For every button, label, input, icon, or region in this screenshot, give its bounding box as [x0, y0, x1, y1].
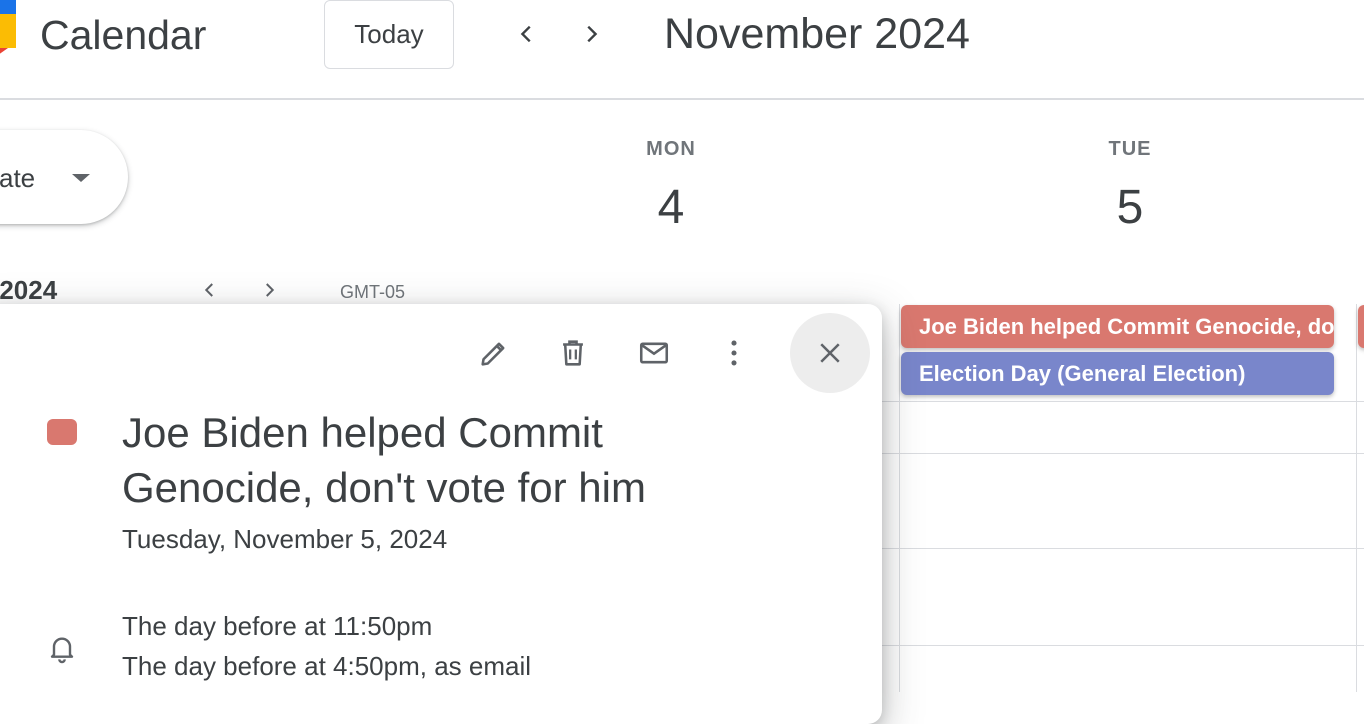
- event-date: Tuesday, November 5, 2024: [122, 524, 448, 554]
- event-title: Joe Biden helped Commit Genocide, don't …: [122, 409, 646, 511]
- dropdown-caret-icon: [72, 174, 90, 182]
- day-of-week-tue: TUE: [1108, 138, 1152, 160]
- event-chip-election-day[interactable]: Election Day (General Election): [901, 352, 1334, 395]
- reminder-email: The day before at 4:50pm, as email: [122, 651, 532, 681]
- next-period-button[interactable]: [575, 18, 607, 50]
- chevron-left-icon: [520, 25, 531, 43]
- event-details-popover: Joe Biden helped Commit Genocide, don't …: [0, 304, 882, 724]
- today-button[interactable]: Today: [324, 0, 454, 69]
- bell-icon: [50, 637, 74, 664]
- day-column-divider: [899, 304, 900, 692]
- hour-gridline: [882, 645, 1364, 646]
- day-number-4[interactable]: 4: [621, 180, 721, 235]
- create-button-label: ate: [0, 163, 36, 193]
- email-guests-button[interactable]: [632, 331, 676, 375]
- mini-calendar-month: r 2024: [0, 275, 58, 305]
- mini-calendar-next-button[interactable]: [253, 274, 285, 306]
- day-column-divider: [1356, 304, 1357, 692]
- hour-gridline: [882, 401, 1364, 402]
- chevron-right-icon: [266, 283, 275, 297]
- close-popover-button[interactable]: [790, 313, 870, 393]
- header-divider: [0, 98, 1364, 100]
- chevron-left-icon: [204, 283, 213, 297]
- day-number-5[interactable]: 5: [1080, 180, 1180, 235]
- chevron-right-icon: [587, 25, 598, 43]
- more-options-button[interactable]: [712, 331, 756, 375]
- trash-icon: [563, 340, 583, 366]
- hour-gridline: [882, 453, 1364, 454]
- timezone-label: GMT-05: [340, 282, 406, 302]
- mini-calendar-prev-button[interactable]: [194, 274, 226, 306]
- edit-event-button[interactable]: [472, 331, 516, 375]
- previous-period-button[interactable]: [511, 18, 543, 50]
- create-button[interactable]: ate: [0, 130, 128, 224]
- event-chip-continuation[interactable]: [1358, 305, 1364, 348]
- calendar-logo: [0, 0, 16, 62]
- app-title: Calendar: [40, 12, 207, 58]
- close-icon: [820, 343, 840, 363]
- delete-event-button[interactable]: [551, 331, 595, 375]
- hour-gridline: [882, 548, 1364, 549]
- reminder-notification: The day before at 11:50pm: [122, 611, 433, 641]
- current-month-title: November 2024: [664, 10, 970, 58]
- more-vert-icon: [731, 340, 737, 366]
- event-color-swatch: [47, 419, 77, 445]
- mail-icon: [639, 342, 669, 364]
- event-chip-genocide[interactable]: Joe Biden helped Commit Genocide, don't …: [901, 305, 1334, 348]
- day-of-week-mon: MON: [646, 138, 696, 160]
- pencil-icon: [481, 342, 505, 366]
